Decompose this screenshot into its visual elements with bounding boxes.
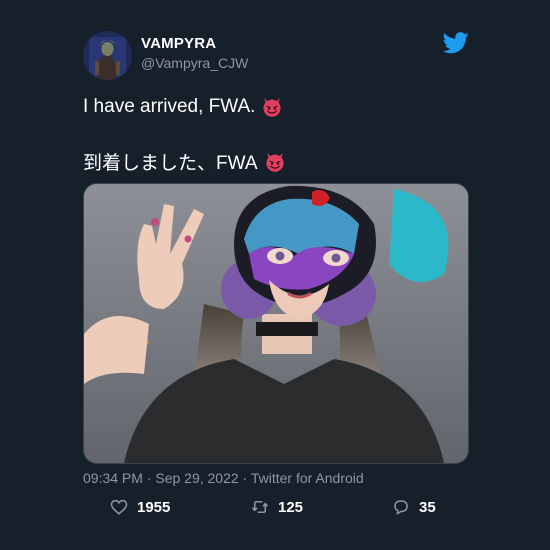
- retweet-button[interactable]: 125: [251, 498, 303, 516]
- tweet-card: VAMPYRA @Vampyra_CJW I have arrived, FWA…: [0, 0, 550, 550]
- twitter-bird-icon[interactable]: [443, 32, 469, 54]
- avatar-image: [83, 31, 132, 80]
- retweet-count: 125: [278, 498, 304, 516]
- display-name[interactable]: VAMPYRA: [141, 35, 216, 52]
- avatar[interactable]: [83, 31, 132, 80]
- reply-button[interactable]: 35: [392, 498, 436, 516]
- tweet-timestamp[interactable]: 09:34 PM · Sep 29, 2022 · Twitter for An…: [83, 470, 364, 486]
- smiling-devil-emoji-icon: [265, 152, 284, 172]
- tweet-photo[interactable]: [83, 183, 469, 464]
- user-handle[interactable]: @Vampyra_CJW: [141, 55, 248, 71]
- smiling-devil-emoji-icon: [263, 97, 282, 117]
- heart-icon: [110, 499, 128, 515]
- tweet-text-english: I have arrived, FWA.: [83, 96, 283, 118]
- reply-bubble-icon: [394, 500, 408, 515]
- tweet-line-1: I have arrived, FWA.: [83, 96, 256, 117]
- retweet-icon: [251, 501, 269, 513]
- tweet-text-japanese: 到着しました、FWA: [83, 148, 286, 175]
- tweet-line-2: 到着しました、FWA: [83, 153, 258, 174]
- like-button[interactable]: 1955: [110, 498, 170, 516]
- like-count: 1955: [137, 498, 171, 516]
- masked-wrestler-photo: [84, 184, 468, 463]
- reply-count: 35: [419, 498, 436, 516]
